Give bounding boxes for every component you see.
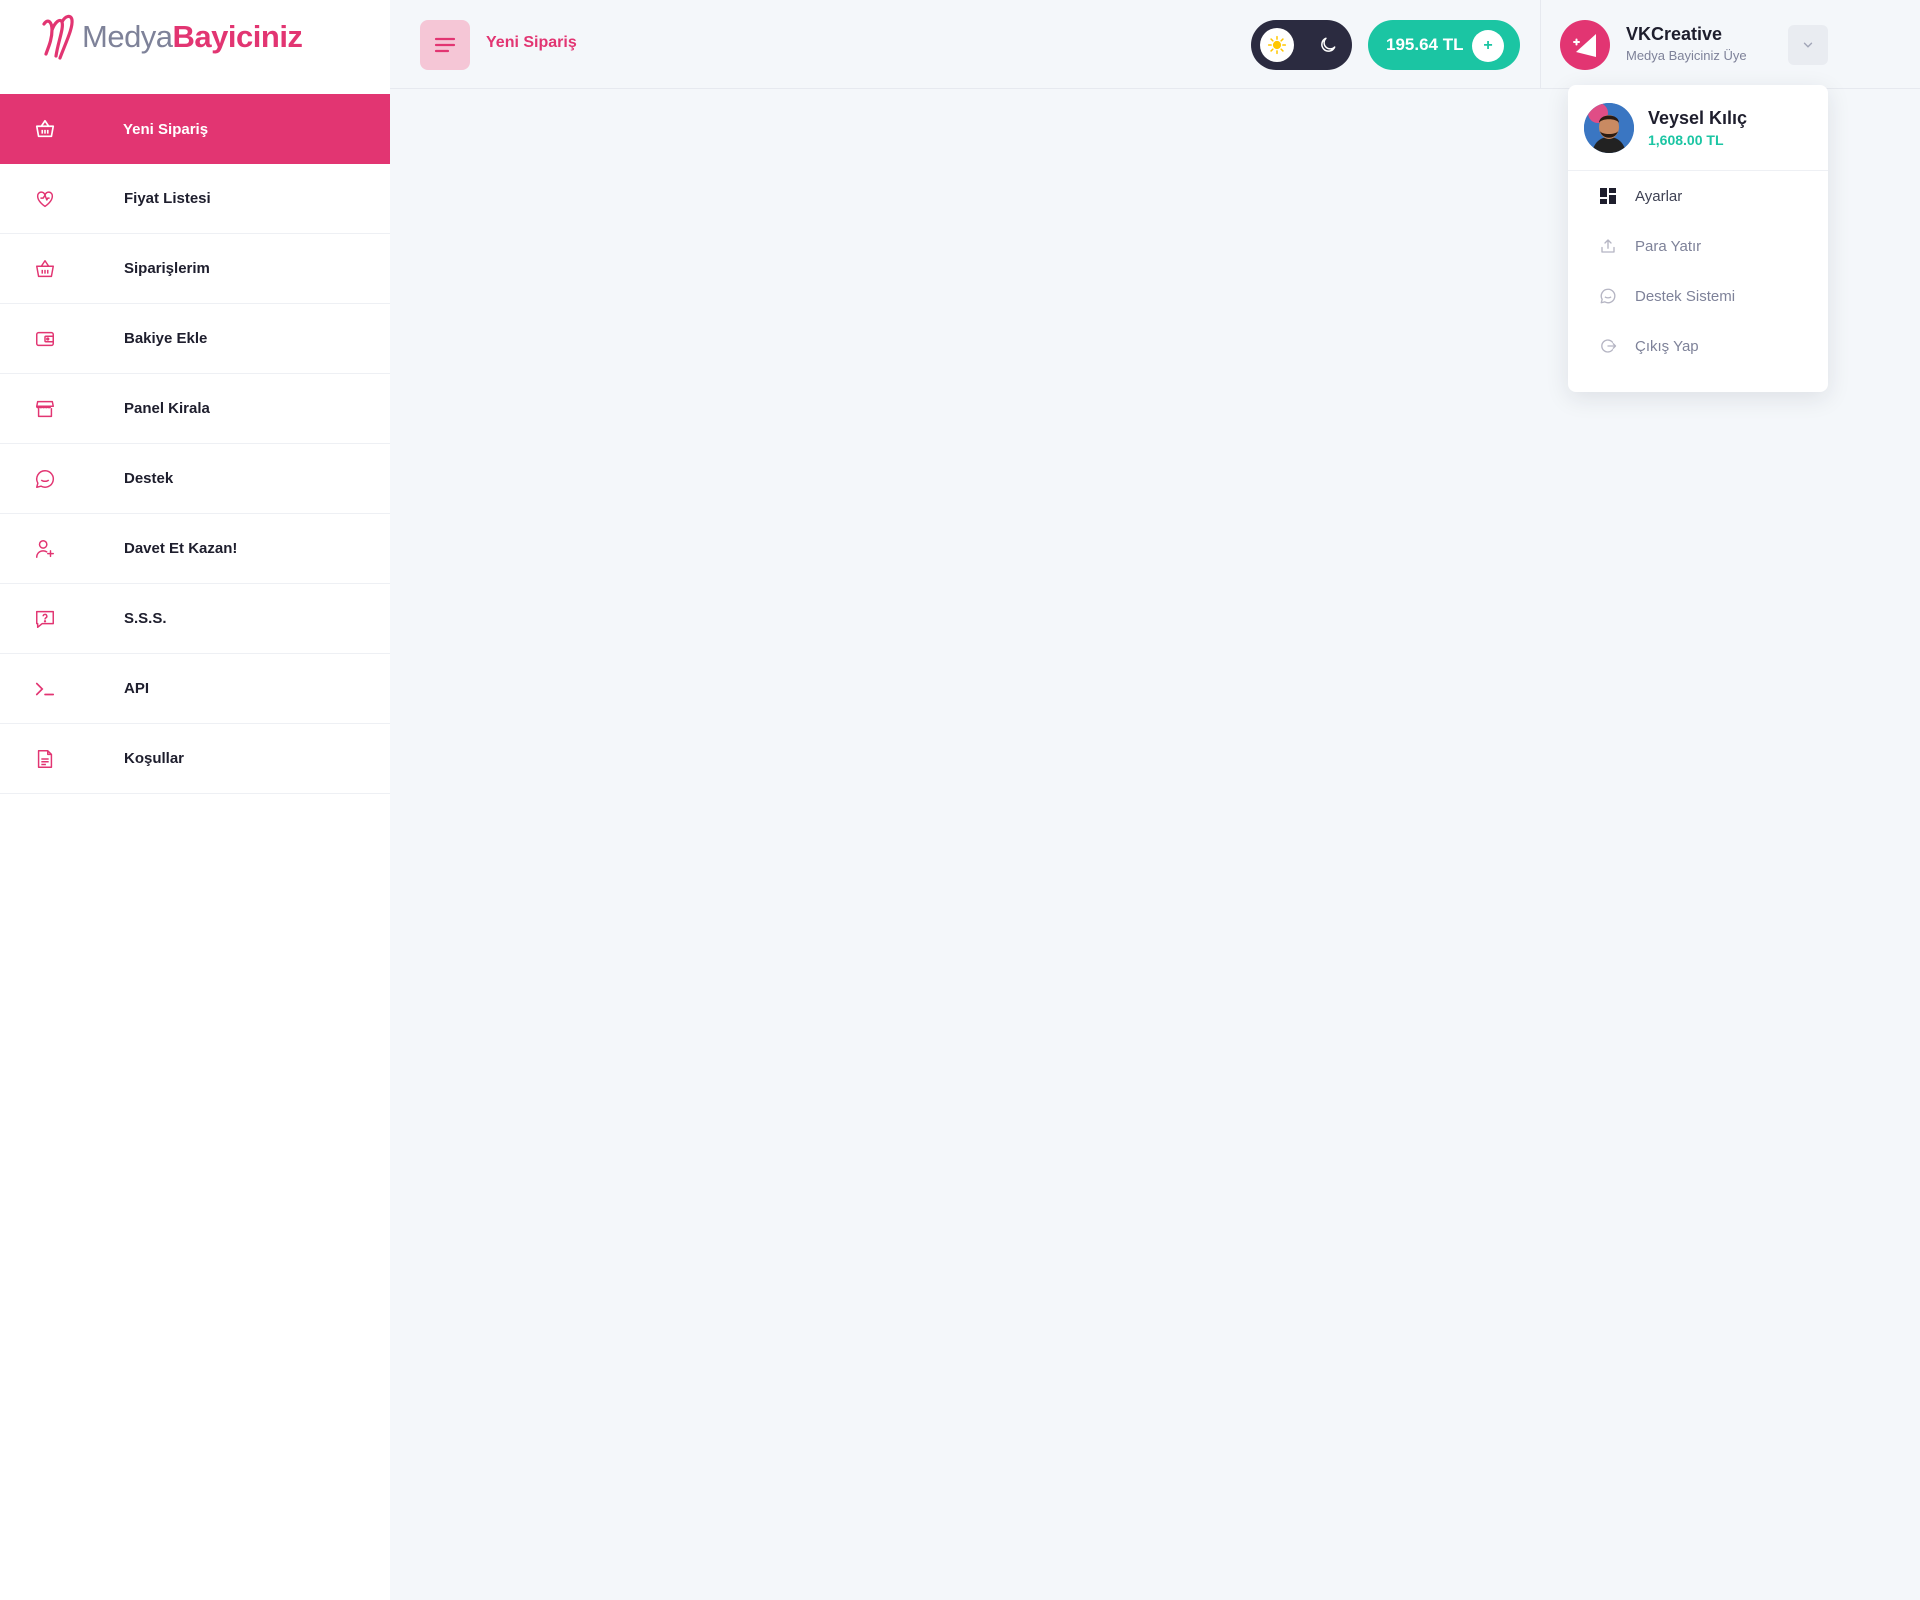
profile-balance: 1,608.00 TL (1648, 132, 1724, 148)
balance-amount: 195.64 TL (1386, 35, 1464, 54)
sidebar-item-kosullar[interactable]: Koşullar (0, 724, 390, 794)
heart-icon (33, 187, 57, 211)
sidebar-item-fiyat-listesi[interactable]: Fiyat Listesi (0, 164, 390, 234)
wallet-icon (33, 327, 57, 351)
dropdown-item-label: Çıkış Yap (1635, 337, 1699, 355)
logo-mark-icon (42, 14, 74, 60)
question-icon (33, 607, 57, 631)
document-icon (33, 747, 57, 771)
user-role: Medya Bayiciniz Üye (1626, 48, 1747, 63)
terminal-icon (33, 677, 57, 701)
dark-mode-button[interactable] (1311, 28, 1345, 62)
sidebar-item-label: Koşullar (124, 750, 185, 767)
sidebar-item-davet-et-kazan[interactable]: Davet Et Kazan! (0, 514, 390, 584)
menu-toggle-button[interactable] (420, 20, 470, 70)
dashboard-icon (1598, 186, 1618, 206)
dropdown-item-label: Destek Sistemi (1635, 287, 1736, 305)
sidebar-item-yeni-siparis[interactable]: Yeni Sipariş (0, 94, 390, 164)
user-name: VKCreative (1626, 24, 1723, 44)
dropdown-item-label: Para Yatır (1635, 237, 1702, 255)
dropdown-item-destek-sistemi[interactable]: Destek Sistemi (1568, 271, 1828, 321)
basket-icon (33, 257, 57, 281)
upload-icon (1598, 236, 1618, 256)
basket-icon (33, 117, 57, 141)
chevron-down-icon (1803, 42, 1813, 48)
sidebar-item-api[interactable]: API (0, 654, 390, 724)
dropdown-item-cikis-yap[interactable]: Çıkış Yap (1568, 321, 1828, 371)
sidebar-item-sss[interactable]: S.S.S. (0, 584, 390, 654)
dropdown-item-label: Ayarlar (1635, 187, 1683, 205)
page-title: Yeni Sipariş (486, 34, 577, 51)
add-balance-button[interactable]: + (1472, 30, 1504, 62)
dropdown-item-para-yatir[interactable]: Para Yatır (1568, 221, 1828, 271)
dropdown-item-ayarlar[interactable]: Ayarlar (1568, 171, 1828, 221)
logout-icon (1598, 336, 1618, 356)
light-mode-button[interactable] (1260, 28, 1294, 62)
theme-toggle[interactable] (1251, 20, 1352, 70)
sidebar: MedyaBayiciniz Yeni Sipariş Fiyat Listes… (0, 0, 390, 1600)
store-icon (33, 397, 57, 421)
sidebar-item-siparislerim[interactable]: Siparişlerim (0, 234, 390, 304)
sidebar-item-label: Destek (124, 470, 174, 487)
header-divider (1540, 0, 1541, 89)
user-dropdown: Veysel Kılıç 1,608.00 TL Ayarlar Para Ya… (1568, 85, 1828, 392)
sidebar-item-label: Davet Et Kazan! (124, 540, 238, 557)
send-icon (1573, 34, 1596, 57)
sidebar-item-label: Siparişlerim (124, 260, 210, 277)
moon-icon (1321, 37, 1336, 52)
sidebar-item-panel-kirala[interactable]: Panel Kirala (0, 374, 390, 444)
brand-logo[interactable]: MedyaBayiciniz (38, 12, 303, 62)
balance-button[interactable]: 195.64 TL + (1368, 20, 1520, 70)
user-menu-button[interactable] (1788, 25, 1828, 65)
sidebar-item-bakiye-ekle[interactable]: Bakiye Ekle (0, 304, 390, 374)
sidebar-item-label: API (124, 680, 150, 697)
sidebar-menu: Yeni Sipariş Fiyat Listesi Siparişlerim … (0, 94, 390, 794)
brand-name: MedyaBayiciniz (82, 19, 303, 54)
user-avatar[interactable] (1560, 20, 1610, 70)
profile-avatar (1584, 103, 1634, 153)
sidebar-item-label: Panel Kirala (124, 400, 210, 417)
sidebar-item-label: Bakiye Ekle (124, 330, 208, 347)
sidebar-item-label: Yeni Sipariş (123, 120, 209, 138)
sun-icon (1267, 35, 1287, 55)
dropdown-header: Veysel Kılıç 1,608.00 TL (1568, 85, 1828, 171)
chat-icon (33, 467, 57, 491)
menu-icon (434, 37, 456, 53)
user-add-icon (33, 537, 57, 561)
sidebar-item-label: S.S.S. (124, 610, 167, 627)
profile-name: Veysel Kılıç (1648, 108, 1748, 128)
top-header: Yeni Sipariş 195.64 TL + VKCreative Medy… (390, 0, 1920, 89)
chat-icon (1598, 286, 1618, 306)
sidebar-item-destek[interactable]: Destek (0, 444, 390, 514)
sidebar-item-label: Fiyat Listesi (124, 190, 211, 207)
